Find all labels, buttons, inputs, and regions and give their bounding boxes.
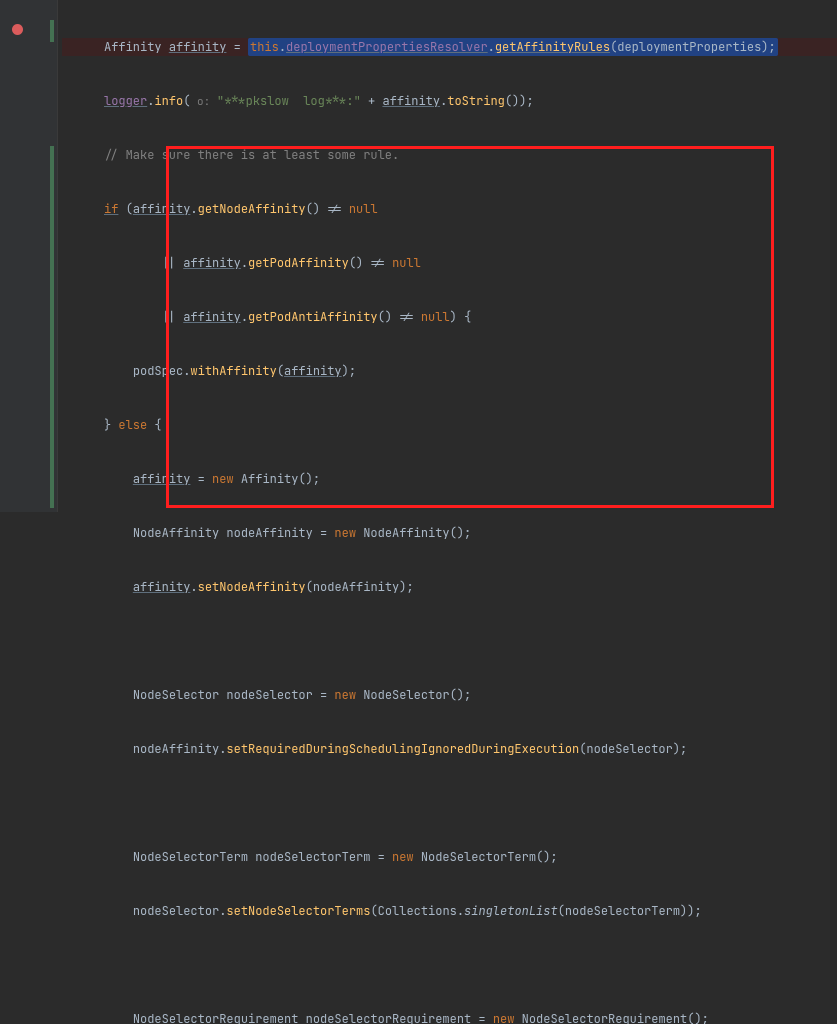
code-line[interactable] [62,632,837,650]
code-line[interactable]: // Make sure there is at least some rule… [62,146,837,164]
code-line[interactable]: podSpec.withAffinity(affinity); [62,362,837,380]
code-line[interactable]: nodeAffinity.setRequiredDuringScheduling… [62,740,837,758]
code-line[interactable] [62,794,837,812]
code-line[interactable]: nodeSelector.setNodeSelectorTerms(Collec… [62,902,837,920]
code-line[interactable]: NodeSelectorRequirement nodeSelectorRequ… [62,1010,837,1024]
code-line[interactable]: affinity.setNodeAffinity(nodeAffinity); [62,578,837,596]
code-line[interactable]: logger.info( o: "***pkslow log***:" + af… [62,92,837,110]
editor-gutter[interactable] [0,0,58,512]
code-line[interactable]: NodeAffinity nodeAffinity = new NodeAffi… [62,524,837,542]
code-line[interactable]: if (affinity.getNodeAffinity() != null [62,200,837,218]
code-line[interactable]: } else { [62,416,837,434]
vcs-change-marker [50,146,54,508]
code-line[interactable]: Affinity affinity = this.deploymentPrope… [62,38,837,56]
code-line[interactable]: NodeSelector nodeSelector = new NodeSele… [62,686,837,704]
breakpoint-icon[interactable] [12,24,23,35]
parameter-hint: o: [190,95,216,109]
code-line[interactable]: NodeSelectorTerm nodeSelectorTerm = new … [62,848,837,866]
code-line[interactable]: affinity = new Affinity(); [62,470,837,488]
vcs-change-marker [50,20,54,42]
code-line[interactable]: || affinity.getPodAffinity() != null [62,254,837,272]
code-editor[interactable]: Affinity affinity = this.deploymentPrope… [62,0,837,1024]
code-line[interactable] [62,956,837,974]
code-line[interactable]: || affinity.getPodAntiAffinity() != null… [62,308,837,326]
